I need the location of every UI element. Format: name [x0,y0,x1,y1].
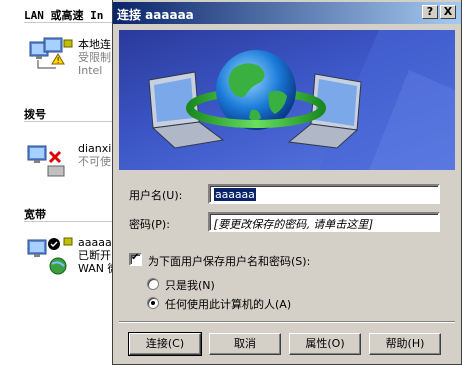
password-input[interactable]: [要更改保存的密码, 请单击这里] [208,212,440,232]
button-separator [119,321,455,323]
radio-only-me-label[interactable]: 只是我(N) [165,277,215,293]
broadband-connection-icon [27,237,73,275]
save-credentials-label[interactable]: 为下面用户保存用户名和密码(S): [148,253,310,269]
connection-label: 本地连 受限制 Intel [78,38,111,77]
cancel-button[interactable]: 取消 [209,333,281,355]
username-input[interactable]: aaaaaa [208,184,440,204]
svg-text:!: ! [57,56,60,65]
section-divider [24,22,120,23]
network-connections-panel: LAN 或高速 In ! 本地连 受限制 Intel 拨号 dianxi 不可使… [0,0,120,365]
connection-status: 受限制 [78,51,111,64]
username-label: 用户名(U): [129,189,183,202]
connection-name: dianxi [78,142,112,155]
lan-connection-warning-icon: ! [29,37,73,69]
properties-button[interactable]: 属性(O) [289,333,361,355]
username-value: aaaaaa [214,188,256,201]
connect-button[interactable]: 连接(C) [128,332,202,356]
dialog-titlebar[interactable]: 连接 aaaaaa ? X [113,2,461,24]
close-title-button[interactable]: X [440,5,456,19]
connection-banner [119,30,455,170]
connection-device: Intel [78,64,103,77]
dialup-connection-disconnected-icon [27,145,65,177]
section-divider [24,121,120,122]
connection-name: 本地连 [78,38,111,51]
globe-laptops-illustration [148,30,455,170]
connection-item-broadband[interactable]: aaaaaa 已断开 WAN 微 [24,234,120,280]
connection-status: 不可使 [78,155,111,168]
radio-only-me[interactable] [147,278,159,290]
left-laptop-icon [148,71,225,149]
password-label: 密码(P): [129,218,170,231]
connection-item-local[interactable]: ! 本地连 受限制 Intel [24,36,120,82]
connection-label: dianxi 不可使 [78,142,111,168]
section-heading-dialup: 拨号 [24,108,46,121]
radio-anyone-label[interactable]: 任何使用此计算机的人(A) [165,296,291,312]
connect-dialog: 连接 aaaaaa ? X 用户名(U): aaaaaa 密码(P): [要更改… [112,0,462,365]
help-title-button[interactable]: ? [422,5,438,19]
dialog-title: 连接 aaaaaa [117,8,194,22]
section-heading-lan: LAN 或高速 In [24,9,104,22]
globe-icon [216,50,296,130]
radio-anyone[interactable] [147,297,159,309]
save-credentials-checkbox[interactable] [129,252,142,266]
connection-item-dianxin[interactable]: dianxi 不可使 [24,140,120,186]
section-divider [24,221,120,222]
section-heading-broadband: 宽带 [24,208,46,221]
help-button[interactable]: 帮助(H) [369,333,441,355]
